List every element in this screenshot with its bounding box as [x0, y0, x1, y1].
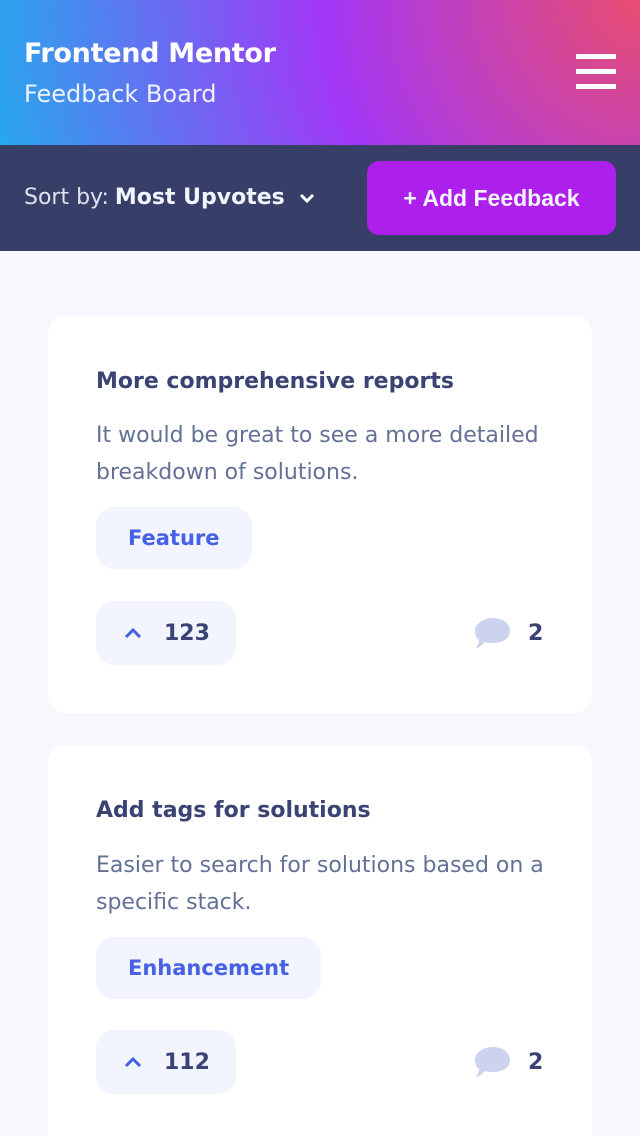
sort-label: Sort by:	[24, 185, 109, 210]
comments-count[interactable]: 2	[474, 1042, 543, 1082]
feedback-card[interactable]: More comprehensive reports It would be g…	[48, 315, 592, 713]
comment-icon	[475, 1047, 510, 1077]
chevron-up-icon	[124, 1056, 142, 1068]
brand-subtitle: Feedback Board	[24, 80, 217, 108]
upvote-count: 112	[164, 1049, 210, 1075]
category-tag[interactable]: Enhancement	[96, 937, 322, 999]
comment-icon	[475, 618, 510, 648]
comment-count: 2	[528, 1049, 544, 1075]
comments-count[interactable]: 2	[474, 613, 543, 653]
feedback-title[interactable]: More comprehensive reports	[96, 369, 454, 394]
upvote-count: 123	[164, 620, 210, 646]
sort-value: Most Upvotes	[114, 185, 285, 210]
feedback-card[interactable]: Add tags for solutions Easier to search …	[48, 745, 592, 1136]
category-tag[interactable]: Feature	[96, 507, 252, 569]
brand-title: Frontend Mentor	[24, 38, 276, 69]
chevron-up-icon	[124, 627, 142, 639]
feedback-description: Easier to search for solutions based on …	[96, 853, 544, 915]
upvote-button[interactable]: 123	[96, 601, 236, 665]
add-feedback-button[interactable]: + Add Feedback	[367, 161, 616, 235]
upvote-button[interactable]: 112	[96, 1030, 236, 1094]
toolbar: Sort by: Most Upvotes + Add Feedback	[0, 145, 640, 251]
feedback-title[interactable]: Add tags for solutions	[96, 798, 371, 823]
chevron-down-icon	[299, 193, 314, 203]
app-header: Frontend Mentor Feedback Board	[0, 0, 640, 145]
hamburger-menu-icon[interactable]	[576, 54, 616, 90]
comment-count: 2	[528, 620, 544, 646]
sort-dropdown[interactable]: Sort by: Most Upvotes	[24, 185, 317, 210]
feedback-description: It would be great to see a more detailed…	[96, 423, 539, 485]
